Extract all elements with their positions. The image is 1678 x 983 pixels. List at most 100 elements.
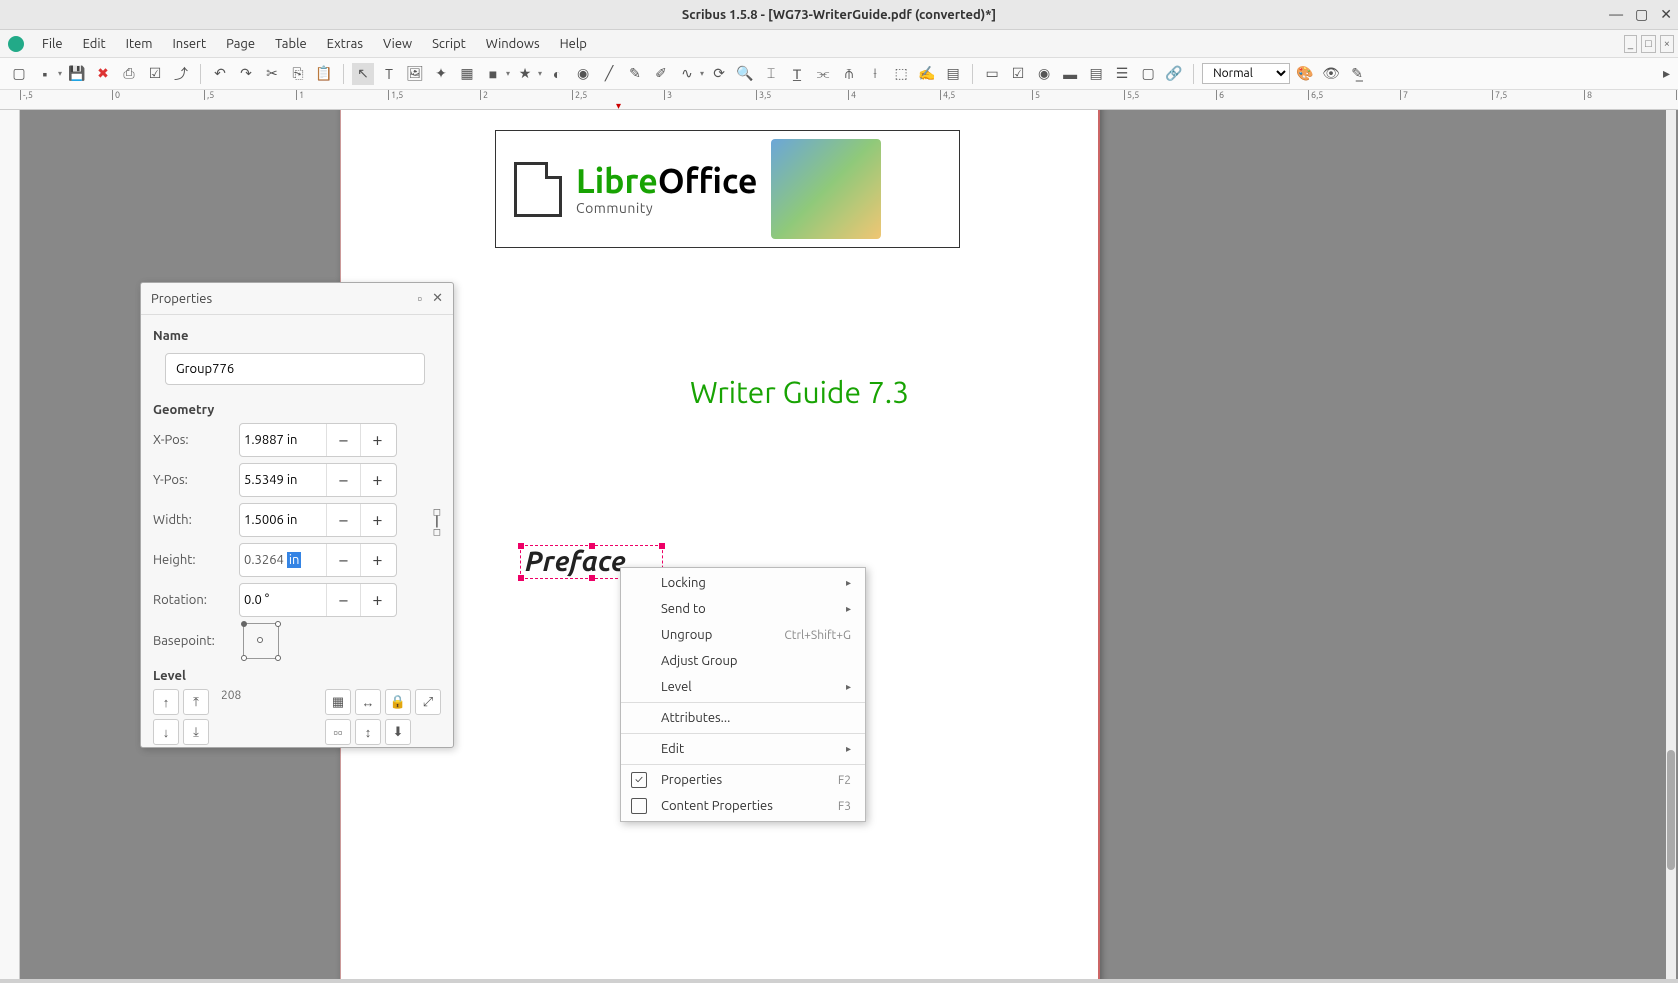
preflight-icon[interactable]: ☑ bbox=[144, 63, 166, 85]
rotate-tool-icon[interactable]: ⟳ bbox=[708, 63, 730, 85]
arc-icon[interactable]: ◐ bbox=[546, 63, 568, 85]
copy-props-icon[interactable]: ⬚ bbox=[890, 63, 912, 85]
color-mgmt-icon[interactable]: 🎨 bbox=[1294, 63, 1316, 85]
minimize-icon[interactable]: — bbox=[1609, 6, 1623, 23]
ypos-decrement[interactable]: − bbox=[326, 464, 360, 496]
select-tool-icon[interactable]: ↖ bbox=[352, 63, 374, 85]
pdf-annotation-icon[interactable]: ▢ bbox=[1137, 63, 1159, 85]
eyedropper-icon[interactable]: ✍ bbox=[916, 63, 938, 85]
spiral-icon[interactable]: ◉ bbox=[572, 63, 594, 85]
new-doc-icon[interactable]: ▢ bbox=[8, 63, 30, 85]
vertical-scrollbar[interactable] bbox=[1666, 110, 1676, 979]
render-frame-icon[interactable]: ✦ bbox=[430, 63, 452, 85]
pdf-radio-icon[interactable]: ◉ bbox=[1033, 63, 1055, 85]
level-bottom-icon[interactable]: ⤓ bbox=[183, 719, 209, 745]
pdf-textfield-icon[interactable]: ▬ bbox=[1059, 63, 1081, 85]
cm-locking[interactable]: Locking▸ bbox=[621, 570, 865, 596]
ypos-increment[interactable]: + bbox=[360, 464, 394, 496]
maximize-icon[interactable]: ▢ bbox=[1635, 6, 1648, 23]
mdi-close-icon[interactable]: × bbox=[1660, 35, 1674, 53]
text-frame-icon[interactable]: T bbox=[378, 63, 400, 85]
cm-attributes[interactable]: Attributes... bbox=[621, 705, 865, 731]
measure-icon[interactable]: ⟊ bbox=[864, 63, 886, 85]
cm-content-properties[interactable]: Content PropertiesF3 bbox=[621, 793, 865, 819]
pdf-combo-icon[interactable]: ▤ bbox=[1085, 63, 1107, 85]
edit-in-preview-icon[interactable]: ✎̲ bbox=[1346, 63, 1368, 85]
lock-size-icon[interactable]: ⤢ bbox=[415, 689, 441, 715]
zoom-icon[interactable]: 🔍 bbox=[734, 63, 756, 85]
bezier-icon[interactable]: ✎ bbox=[624, 63, 646, 85]
cm-send-to[interactable]: Send to▸ bbox=[621, 596, 865, 622]
panel-maximize-icon[interactable]: ▫ bbox=[417, 291, 422, 306]
height-decrement[interactable]: − bbox=[326, 544, 360, 576]
shape-icon[interactable]: ■ bbox=[482, 63, 504, 85]
group-icon[interactable]: ▦ bbox=[325, 689, 351, 715]
context-menu[interactable]: Locking▸ Send to▸ UngroupCtrl+Shift+G Ad… bbox=[620, 567, 866, 822]
xpos-decrement[interactable]: − bbox=[326, 424, 360, 456]
flip-v-icon[interactable]: ↕ bbox=[355, 719, 381, 745]
menu-page[interactable]: Page bbox=[216, 33, 265, 55]
name-input[interactable] bbox=[165, 353, 425, 385]
lock-icon[interactable]: 🔒 bbox=[385, 689, 411, 715]
menu-table[interactable]: Table bbox=[265, 33, 317, 55]
mdi-minimize-icon[interactable]: _ bbox=[1624, 35, 1637, 53]
pdf-tools-icon[interactable]: ▤ bbox=[942, 63, 964, 85]
preview-icon[interactable]: 👁 bbox=[1320, 63, 1342, 85]
flip-h-icon[interactable]: ↔ bbox=[355, 689, 381, 715]
cm-adjust-group[interactable]: Adjust Group bbox=[621, 648, 865, 674]
scrollbar-thumb[interactable] bbox=[1667, 750, 1675, 870]
freehand-icon[interactable]: ✐ bbox=[650, 63, 672, 85]
cm-level[interactable]: Level▸ bbox=[621, 674, 865, 700]
line-icon[interactable]: ╱ bbox=[598, 63, 620, 85]
guide-title-text[interactable]: Writer Guide 7.3 bbox=[690, 375, 909, 409]
width-increment[interactable]: + bbox=[360, 504, 394, 536]
basepoint-selector[interactable] bbox=[243, 623, 279, 659]
menu-windows[interactable]: Windows bbox=[476, 33, 550, 55]
paste-icon[interactable]: 📋 bbox=[313, 63, 335, 85]
image-frame-icon[interactable]: 🖼 bbox=[404, 63, 426, 85]
xpos-increment[interactable]: + bbox=[360, 424, 394, 456]
width-input[interactable] bbox=[240, 507, 326, 533]
pdf-list-icon[interactable]: ☰ bbox=[1111, 63, 1133, 85]
export-pdf-icon[interactable]: ⤴ bbox=[170, 63, 192, 85]
undo-icon[interactable]: ↶ bbox=[209, 63, 231, 85]
close-doc-icon[interactable]: ✖ bbox=[92, 63, 114, 85]
pdf-button-icon[interactable]: ▭ bbox=[981, 63, 1003, 85]
level-top-icon[interactable]: ⤒ bbox=[183, 689, 209, 715]
ypos-input[interactable] bbox=[240, 467, 326, 493]
mdi-restore-icon[interactable]: □ bbox=[1641, 35, 1656, 53]
link-frames-icon[interactable]: ⫘ bbox=[812, 63, 834, 85]
properties-panel[interactable]: Properties ▫ ✕ Name Geometry X-Pos: −+ Y… bbox=[140, 282, 454, 748]
document-page[interactable]: LibreOffice Community Writer Guide 7.3 P… bbox=[340, 110, 1100, 979]
width-decrement[interactable]: − bbox=[326, 504, 360, 536]
unlink-frames-icon[interactable]: ⫚ bbox=[838, 63, 860, 85]
noprint-icon[interactable]: ⬇ bbox=[385, 719, 411, 745]
menu-file[interactable]: File bbox=[32, 33, 73, 55]
redo-icon[interactable]: ↷ bbox=[235, 63, 257, 85]
level-down-icon[interactable]: ↓ bbox=[153, 719, 179, 745]
menu-script[interactable]: Script bbox=[422, 33, 476, 55]
menu-item[interactable]: Item bbox=[116, 33, 163, 55]
polygon-icon[interactable]: ★ bbox=[514, 63, 536, 85]
close-icon[interactable]: ✕ bbox=[1660, 6, 1672, 23]
level-up-icon[interactable]: ↑ bbox=[153, 689, 179, 715]
display-mode-select[interactable]: Normal bbox=[1202, 63, 1290, 84]
pdf-checkbox-icon[interactable]: ☑ bbox=[1007, 63, 1029, 85]
copy-icon[interactable]: ⎘ bbox=[287, 63, 309, 85]
edit-text-icon[interactable]: ⌶ bbox=[760, 63, 782, 85]
story-editor-icon[interactable]: T̲ bbox=[786, 63, 808, 85]
menu-help[interactable]: Help bbox=[550, 33, 597, 55]
rotation-input[interactable] bbox=[240, 587, 326, 613]
cut-icon[interactable]: ✂ bbox=[261, 63, 283, 85]
menu-view[interactable]: View bbox=[373, 33, 422, 55]
rotation-decrement[interactable]: − bbox=[326, 584, 360, 616]
menu-insert[interactable]: Insert bbox=[162, 33, 216, 55]
toolbar-expand-icon[interactable]: ▸ bbox=[1663, 65, 1670, 82]
link-wh-icon[interactable]: ◻┃◻ bbox=[433, 507, 441, 537]
menu-extras[interactable]: Extras bbox=[317, 33, 373, 55]
cm-ungroup[interactable]: UngroupCtrl+Shift+G bbox=[621, 622, 865, 648]
xpos-input[interactable] bbox=[240, 427, 326, 453]
print-icon[interactable]: ⎙ bbox=[118, 63, 140, 85]
cm-properties[interactable]: ✓PropertiesF2 bbox=[621, 767, 865, 793]
menu-edit[interactable]: Edit bbox=[73, 33, 116, 55]
